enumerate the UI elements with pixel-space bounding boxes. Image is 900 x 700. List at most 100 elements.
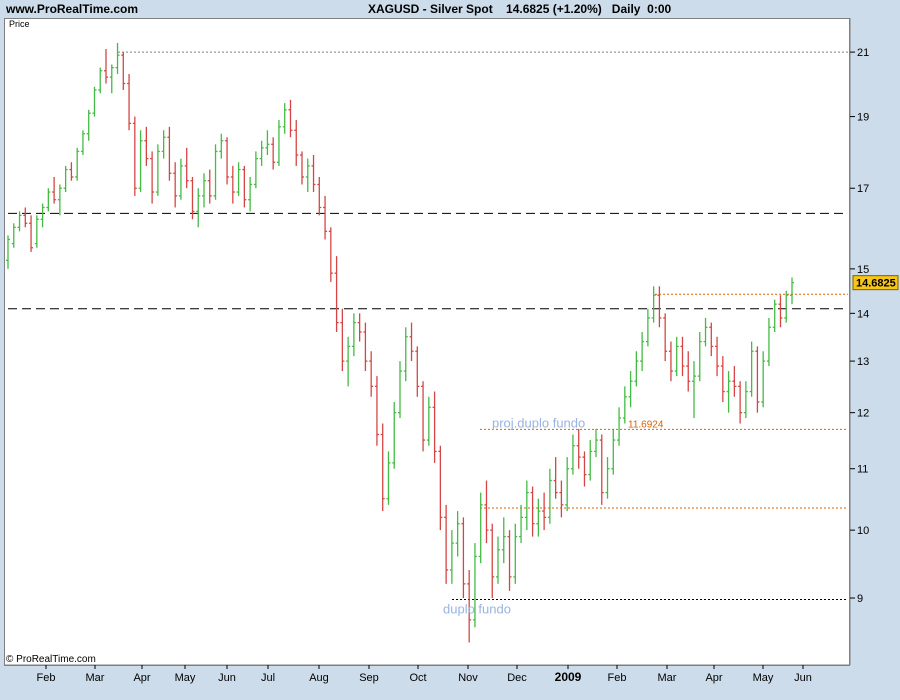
price-bar: [363, 322, 368, 372]
price-bar: [265, 130, 270, 156]
price-bar: [692, 361, 696, 419]
projection-price-label: 11.6924: [628, 419, 664, 430]
price-bar: [75, 147, 80, 181]
price-bar: [703, 317, 708, 347]
y-tick-label: 21: [857, 47, 869, 59]
price-bar: [444, 504, 449, 584]
price-bar: [761, 351, 766, 408]
price-bar: [415, 346, 420, 397]
price-bar: [778, 295, 783, 328]
double-bottom-annotation: duplo fundo: [443, 601, 511, 616]
price-chart[interactable]: 9 10 11 12 13 14 15 17 19 21 proj.duplo fundo 11.69…: [0, 0, 900, 700]
price-bar: [17, 211, 22, 232]
x-tick-label: Mar: [658, 672, 677, 684]
price-bar: [11, 223, 16, 248]
price-bar: [686, 351, 691, 392]
price-bar: [697, 332, 702, 382]
price-bar: [178, 158, 183, 200]
price-bar: [784, 290, 789, 323]
price-bar: [755, 346, 760, 413]
price-bar: [409, 322, 414, 362]
x-tick-year-label: 2009: [555, 670, 582, 684]
price-bar: [790, 277, 794, 305]
price-bar: [346, 336, 351, 387]
price-bar: [173, 162, 178, 208]
price-bar: [351, 313, 356, 357]
price-bar: [617, 407, 622, 446]
price-bar: [311, 155, 316, 193]
price-bar: [63, 165, 68, 193]
x-tick-label: May: [753, 672, 774, 684]
price-bar: [202, 173, 206, 208]
price-bar: [559, 480, 564, 518]
price-bar: [570, 434, 575, 475]
price-bar: [161, 130, 166, 159]
price-bar: [386, 451, 391, 505]
current-price-badge: 14.6825: [856, 278, 896, 290]
price-bar: [230, 165, 235, 204]
price-bar: [52, 176, 57, 204]
price-bar: [380, 423, 385, 512]
x-tick-label: Apr: [705, 672, 722, 684]
x-tick-label: Nov: [458, 672, 478, 684]
copyright: © ProRealTime.com: [6, 654, 96, 665]
price-bar: [651, 286, 656, 323]
price-bar: [80, 130, 85, 156]
price-bar: [271, 137, 276, 170]
price-bar: [599, 434, 604, 505]
price-bar: [34, 215, 39, 248]
price-bar: [150, 151, 155, 204]
price-bar: [259, 140, 264, 166]
price-bar: [305, 158, 310, 193]
price-bar: [709, 322, 714, 357]
price-bar: [496, 536, 500, 584]
price-bar: [196, 188, 201, 228]
price-bar: [288, 99, 293, 138]
price-bar: [144, 126, 149, 166]
x-tick-label: Apr: [133, 672, 150, 684]
y-tick-label: 10: [857, 525, 869, 537]
price-bar: [513, 523, 518, 584]
projection-annotation: proj.duplo fundo: [492, 415, 585, 430]
price-bar: [398, 361, 402, 419]
price-bar: [622, 386, 627, 424]
price-bar: [369, 351, 374, 397]
price-bar: [334, 256, 339, 333]
price-bar: [749, 341, 754, 397]
price-bar: [507, 530, 512, 591]
price-bar: [323, 195, 328, 240]
price-bar: [588, 440, 593, 481]
price-bar: [461, 517, 466, 599]
price-bar: [668, 341, 673, 382]
price-bar: [605, 457, 610, 499]
price-bar: [553, 457, 558, 499]
price-bar: [294, 119, 299, 166]
price-bar: [542, 492, 547, 531]
price-bar: [449, 530, 454, 584]
price-bar: [46, 188, 51, 212]
price-bar: [328, 227, 333, 282]
price-bar: [657, 286, 662, 328]
price-bar: [594, 428, 598, 458]
price-bar: [127, 73, 132, 131]
price-bar: [455, 511, 460, 557]
x-tick-label: Aug: [309, 672, 329, 684]
price-bar: [29, 215, 34, 252]
price-bar: [340, 308, 345, 372]
price-bar: [663, 313, 668, 362]
price-bar: [92, 86, 97, 117]
price-bar: [357, 313, 362, 342]
price-bar: [207, 169, 212, 204]
y-tick-label: 12: [857, 408, 869, 420]
price-bar: [582, 451, 587, 487]
y-tick-label: 19: [857, 112, 869, 124]
price-bar: [484, 480, 489, 544]
price-bar: [57, 184, 62, 216]
price-bar: [403, 327, 408, 382]
price-bar: [115, 42, 120, 74]
price-bar: [501, 517, 506, 564]
price-bar: [300, 151, 304, 185]
y-tick-label: 15: [857, 264, 869, 276]
price-bar: [726, 371, 731, 413]
x-tick-label: Jun: [794, 672, 812, 684]
